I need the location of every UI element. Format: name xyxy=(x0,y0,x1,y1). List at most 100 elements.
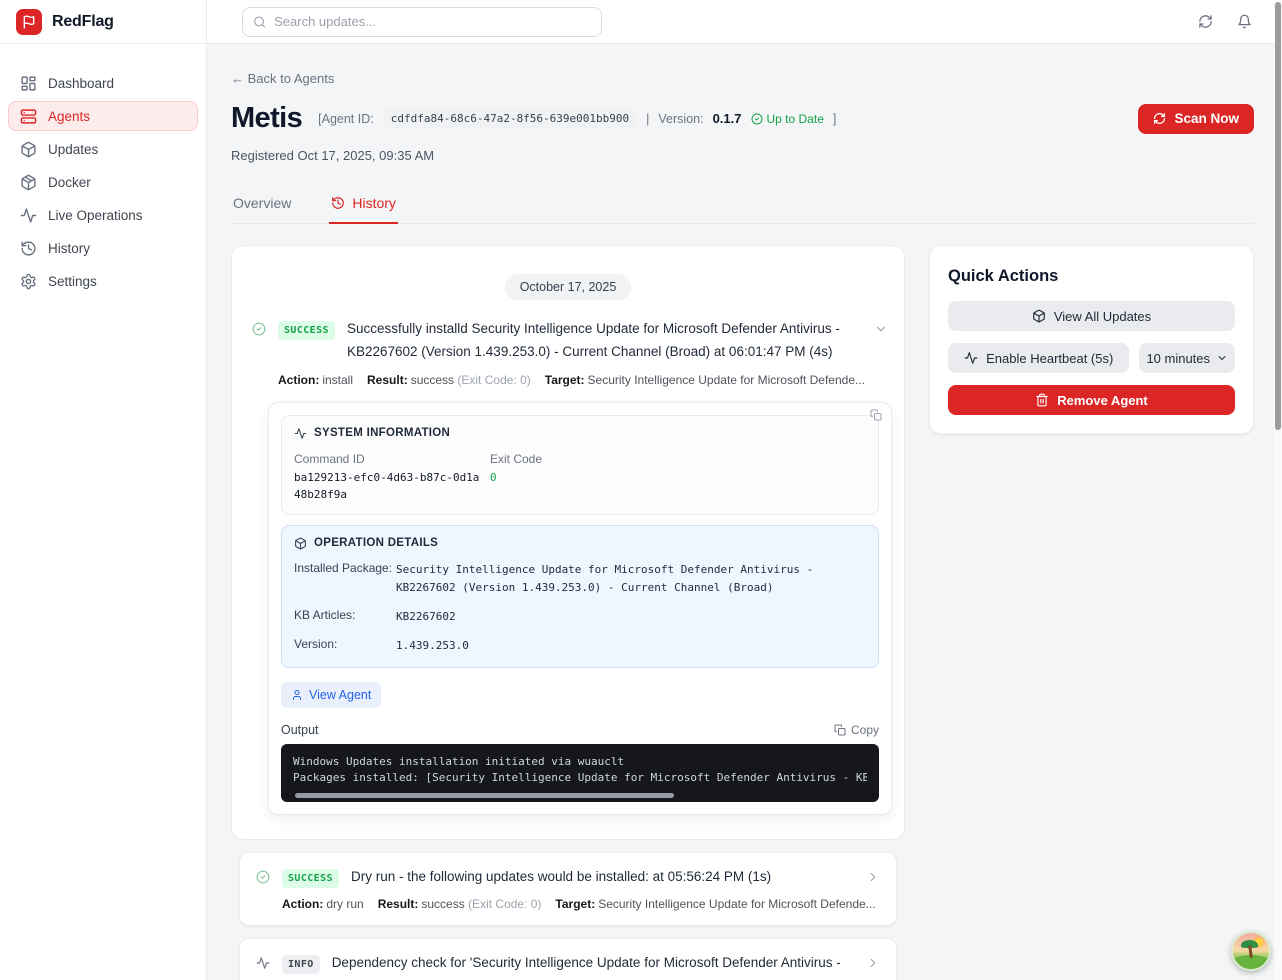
package-icon xyxy=(294,537,307,550)
terminal-scrollbar-thumb[interactable] xyxy=(295,793,674,798)
activity-icon xyxy=(256,956,270,970)
entry-title: Dry run - the following updates would be… xyxy=(351,866,771,889)
tab-overview[interactable]: Overview xyxy=(231,187,293,224)
page-title: Metis xyxy=(231,102,302,135)
sidebar-item-agents[interactable]: Agents xyxy=(8,101,198,131)
sidebar-item-live-operations[interactable]: Live Operations xyxy=(8,200,198,230)
chevron-down-icon[interactable] xyxy=(874,322,888,336)
command-id-label: Command ID xyxy=(294,452,490,466)
activity-icon xyxy=(20,207,37,224)
redflag-logo[interactable] xyxy=(16,9,42,35)
timeline-group-card: October 17, 2025 SUCCESS Successfully in… xyxy=(231,245,905,840)
operation-details-box: OPERATION DETAILS Installed Package: Sec… xyxy=(281,525,879,668)
status-badge: INFO xyxy=(282,955,320,974)
brand-name: RedFlag xyxy=(52,13,114,31)
agent-title-row: Metis [Agent ID: cdfdfa84-68c6-47a2-8f56… xyxy=(231,102,1254,135)
copy-icon[interactable] xyxy=(870,409,882,421)
entry-meta: Action:install Result:success (Exit Code… xyxy=(278,373,888,387)
status-badge: SUCCESS xyxy=(282,869,339,888)
chevron-right-icon[interactable] xyxy=(866,956,880,970)
agent-id-chip[interactable]: cdfdfa84-68c6-47a2-8f56-639e001bb900 xyxy=(383,108,637,129)
output-label: Output xyxy=(281,723,319,737)
view-all-updates-button[interactable]: View All Updates xyxy=(948,301,1235,331)
sidebar-item-settings[interactable]: Settings xyxy=(8,266,198,296)
op-row: KB Articles: KB2267602 xyxy=(294,608,866,626)
history-icon xyxy=(20,240,37,257)
topbar xyxy=(207,0,1282,44)
sidebar-item-dashboard[interactable]: Dashboard xyxy=(8,68,198,98)
sidebar-item-label: Docker xyxy=(48,175,91,190)
op-row: Version: 1.439.253.0 xyxy=(294,637,866,655)
sidebar-header: RedFlag xyxy=(0,0,206,44)
command-id-value: ba129213-efc0-4d63-b87c-0d1a48b28f9a xyxy=(294,469,480,503)
body-row: October 17, 2025 SUCCESS Successfully in… xyxy=(231,245,1254,980)
chevron-right-icon[interactable] xyxy=(866,870,880,884)
sidebar: RedFlag Dashboard Agents Updates Docker … xyxy=(0,0,207,980)
history-entry[interactable]: INFO Dependency check for 'Security Inte… xyxy=(239,938,897,980)
search-icon xyxy=(253,15,266,29)
island-widget-button[interactable] xyxy=(1231,931,1271,971)
server-icon xyxy=(20,108,37,125)
registered-date: Registered Oct 17, 2025, 09:35 AM xyxy=(231,148,1254,163)
search-input[interactable] xyxy=(274,14,591,29)
divider: | xyxy=(646,112,649,126)
date-pill: October 17, 2025 xyxy=(505,274,632,300)
agent-id-label: [Agent ID: xyxy=(318,112,374,126)
terminal-scrollbar xyxy=(293,792,867,799)
sidebar-item-label: Agents xyxy=(48,109,90,124)
activity-icon xyxy=(294,427,307,440)
entry-title: Successfully installd Security Intellige… xyxy=(347,318,862,364)
entry-detail-panel: SYSTEM INFORMATION Command ID ba129213-e… xyxy=(268,402,892,815)
history-entry-expanded[interactable]: SUCCESS Successfully installd Security I… xyxy=(248,318,888,823)
terminal-line: Packages installed: [Security Intelligen… xyxy=(293,770,867,787)
sidebar-item-updates[interactable]: Updates xyxy=(8,134,198,164)
sidebar-item-label: Updates xyxy=(48,142,98,157)
container-box-icon xyxy=(20,174,37,191)
flag-icon xyxy=(22,15,36,29)
scan-now-button[interactable]: Scan Now xyxy=(1138,104,1254,134)
status-badge: SUCCESS xyxy=(278,321,335,340)
refresh-icon[interactable] xyxy=(1198,14,1213,29)
back-to-agents-link[interactable]: ← Back to Agents xyxy=(231,71,334,86)
bell-icon[interactable] xyxy=(1237,14,1252,29)
topbar-icons xyxy=(1198,14,1252,29)
chevron-down-icon xyxy=(1216,352,1228,364)
refresh-icon xyxy=(1153,112,1166,125)
heartbeat-interval-dropdown[interactable]: 10 minutes xyxy=(1139,343,1235,373)
check-circle-icon xyxy=(256,870,270,884)
user-icon xyxy=(291,689,303,701)
bracket-close: ] xyxy=(833,112,836,126)
package-icon xyxy=(1032,309,1046,323)
window-scrollbar[interactable] xyxy=(1274,0,1282,980)
entry-title: Dependency check for 'Security Intellige… xyxy=(332,952,852,980)
version-value: 0.1.7 xyxy=(713,111,742,126)
operation-details-title: OPERATION DETAILS xyxy=(314,537,438,549)
sidebar-item-label: History xyxy=(48,241,90,256)
terminal-output: Windows Updates installation initiated v… xyxy=(281,744,879,802)
remove-agent-button[interactable]: Remove Agent xyxy=(948,385,1235,415)
enable-heartbeat-button[interactable]: Enable Heartbeat (5s) xyxy=(948,343,1129,373)
history-entry[interactable]: SUCCESS Dry run - the following updates … xyxy=(239,852,897,927)
sidebar-item-docker[interactable]: Docker xyxy=(8,167,198,197)
sidebar-item-label: Settings xyxy=(48,274,97,289)
op-row: Installed Package: Security Intelligence… xyxy=(294,561,866,597)
sidebar-nav: Dashboard Agents Updates Docker Live Ope… xyxy=(0,44,206,320)
tab-bar: Overview History xyxy=(231,187,1254,224)
package-icon xyxy=(20,141,37,158)
view-agent-button[interactable]: View Agent xyxy=(281,682,381,708)
copy-output-button[interactable]: Copy xyxy=(834,723,879,737)
main-area: ← Back to Agents Metis [Agent ID: cdfdfa… xyxy=(207,0,1282,980)
window-scrollbar-thumb[interactable] xyxy=(1275,2,1281,430)
sidebar-item-label: Dashboard xyxy=(48,76,114,91)
history-icon xyxy=(331,196,345,210)
quick-actions-panel: Quick Actions View All Updates Enable He… xyxy=(929,245,1254,434)
gear-icon xyxy=(20,273,37,290)
exit-code-label: Exit Code xyxy=(490,452,866,466)
search-bar[interactable] xyxy=(242,7,602,37)
tab-history[interactable]: History xyxy=(329,187,398,224)
sidebar-item-history[interactable]: History xyxy=(8,233,198,263)
content-area: ← Back to Agents Metis [Agent ID: cdfdfa… xyxy=(207,44,1282,980)
check-circle-icon xyxy=(751,113,763,125)
activity-icon xyxy=(964,351,978,365)
check-circle-icon xyxy=(252,322,266,336)
